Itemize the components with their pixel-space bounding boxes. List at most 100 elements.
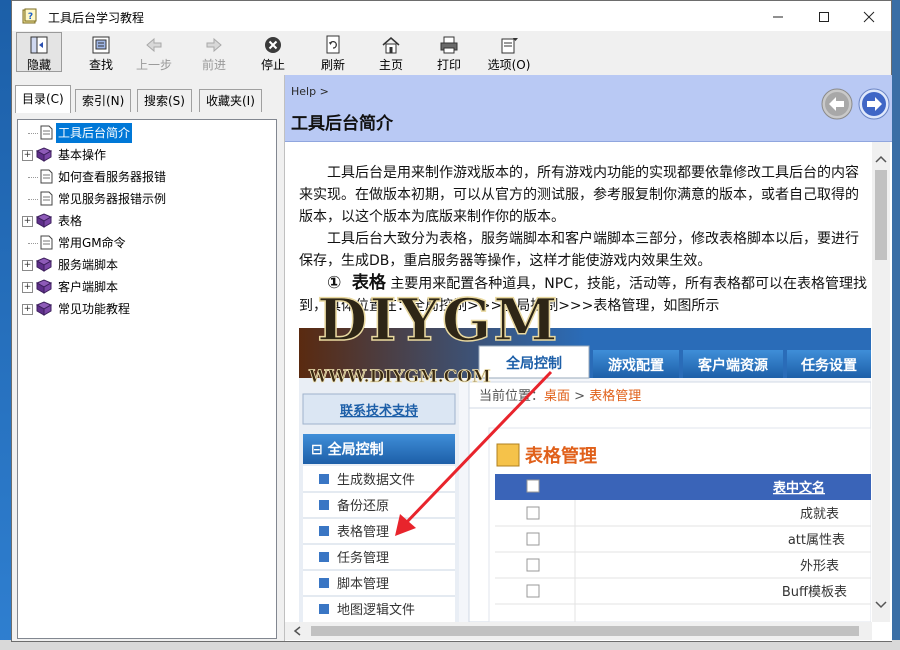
diygm-watermark: DIYGM WWW.DIYGM.COM	[308, 285, 559, 387]
page-icon	[40, 235, 53, 250]
shot-menu-item: 生成数据文件	[337, 473, 415, 488]
topic-header: Help > 工具后台简介	[285, 75, 892, 142]
shot-menu-item: 脚本管理	[337, 576, 389, 592]
expand-icon[interactable]: +	[22, 282, 33, 293]
home-icon	[382, 37, 400, 54]
forward-arrow-icon	[206, 37, 222, 53]
book-icon	[36, 301, 52, 316]
tree-item-label: 常用GM命令	[58, 236, 126, 250]
shot-tab-game: 游戏配置	[608, 357, 664, 374]
expand-icon[interactable]: +	[22, 216, 33, 227]
topic-content: 工具后台是用来制作游戏版本的，所有游戏内功能的实现都要依靠修改工具后台的内容来实…	[285, 142, 872, 622]
maximize-icon	[819, 11, 829, 22]
shot-menu-header: ⊟ 全局控制	[311, 441, 384, 458]
previous-topic-button[interactable]	[821, 88, 853, 120]
tab-contents[interactable]: 目录(C)	[15, 85, 71, 113]
shot-support-link: 联系技术支持	[340, 403, 418, 419]
hide-pane-icon	[30, 36, 48, 54]
tree-item-common-tutorials[interactable]: + 常见功能教程	[18, 299, 274, 319]
shot-table-cell: Buff模板表	[782, 585, 847, 600]
help-window: ? 工具后台学习教程 隐藏 查找 上一步 前进 停止 刷新 主页 打印 选项(O…	[11, 0, 892, 642]
scroll-up-icon[interactable]	[875, 154, 887, 164]
shot-table-cell: 外形表	[800, 559, 839, 574]
book-icon	[36, 279, 52, 294]
close-icon	[863, 11, 875, 22]
topic-pane: Help > 工具后台简介 工具后台是用来制作游戏版本的，所有游戏内功能的实现都…	[284, 75, 892, 641]
paragraph-text: 工具后台大致分为表格，服务端脚本和客户端脚本三部分，修改表格脚本以后，要进行保存…	[299, 231, 859, 269]
tree-item-gm-commands[interactable]: 常用GM命令	[18, 233, 274, 253]
breadcrumb[interactable]: Help >	[291, 85, 329, 98]
hide-button[interactable]: 隐藏	[16, 32, 62, 72]
home-button[interactable]: 主页	[370, 33, 412, 73]
tree-item-client-scripts[interactable]: + 客户端脚本	[18, 277, 274, 297]
hide-label: 隐藏	[26, 58, 51, 72]
shot-panel-title: 表格管理	[525, 445, 597, 467]
shot-menu-list: 生成数据文件 备份还原 表格管理 任务管理 脚本管理 地图逻辑文件	[303, 466, 455, 622]
tree-item-tables[interactable]: + 表格	[18, 211, 274, 231]
tree-item-server-scripts[interactable]: + 服务端脚本	[18, 255, 274, 275]
shot-menu-item: 地图逻辑文件	[337, 603, 415, 618]
shot-table-cell: att属性表	[788, 533, 845, 548]
scroll-left-icon[interactable]	[293, 626, 303, 636]
expand-icon[interactable]: +	[22, 260, 33, 271]
tree-item-view-errors[interactable]: 如何查看服务器报错	[18, 167, 274, 187]
help-book-icon: ?	[22, 8, 37, 24]
options-label: 选项(O)	[487, 58, 531, 72]
shot-tab-quest: 任务设置	[800, 357, 857, 374]
tree-item-label: 客户端脚本	[58, 280, 119, 294]
intro-paragraph: 工具后台是用来制作游戏版本的，所有游戏内功能的实现都要依靠修改工具后台的内容来实…	[299, 162, 871, 228]
find-icon	[92, 36, 110, 54]
close-button[interactable]	[846, 1, 892, 31]
book-icon	[36, 213, 52, 228]
tree-item-label: 如何查看服务器报错	[58, 170, 167, 184]
stop-button[interactable]: 停止	[252, 33, 294, 73]
paragraph-text: 工具后台是用来制作游戏版本的，所有游戏内功能的实现都要依靠修改工具后台的内容来实…	[299, 165, 859, 225]
svg-text:?: ?	[28, 12, 33, 22]
tree-item-label: 常见服务器报错示例	[58, 192, 167, 206]
window-title: 工具后台学习教程	[48, 11, 145, 25]
book-icon	[36, 147, 52, 162]
tab-search[interactable]: 搜索(S)	[137, 89, 192, 112]
structure-paragraph: 工具后台大致分为表格，服务端脚本和客户端脚本三部分，修改表格脚本以后，要进行保存…	[299, 228, 871, 272]
tree-item-label: 表格	[58, 214, 83, 228]
print-label: 打印	[436, 58, 461, 72]
tab-index[interactable]: 索引(N)	[75, 89, 132, 112]
scroll-down-icon[interactable]	[875, 600, 887, 610]
title-bar: ? 工具后台学习教程	[12, 1, 891, 31]
page-icon	[40, 169, 53, 184]
tree-item-label: 工具后台简介	[56, 123, 133, 143]
vertical-scroll-thumb[interactable]	[875, 170, 887, 260]
find-button[interactable]: 查找	[80, 33, 122, 73]
toolbar: 隐藏 查找 上一步 前进 停止 刷新 主页 打印 选项(O)	[12, 31, 891, 76]
maximize-button[interactable]	[801, 1, 847, 31]
tab-favorites[interactable]: 收藏夹(I)	[199, 89, 262, 112]
tree-item-error-examples[interactable]: 常见服务器报错示例	[18, 189, 274, 209]
tree-item-basic-ops[interactable]: + 基本操作	[18, 145, 274, 165]
forward-button[interactable]: 前进	[192, 33, 236, 73]
minimize-icon	[773, 16, 783, 17]
home-label: 主页	[378, 58, 403, 72]
horizontal-scrollbar[interactable]	[285, 622, 872, 640]
back-arrow-icon	[146, 37, 162, 53]
next-topic-button[interactable]	[858, 88, 890, 120]
expand-icon[interactable]: +	[22, 304, 33, 315]
refresh-icon	[326, 35, 340, 54]
shot-menu-item: 任务管理	[337, 550, 389, 566]
stop-label: 停止	[260, 58, 285, 72]
tree-item-label: 常见功能教程	[58, 302, 131, 316]
back-label: 上一步	[135, 58, 172, 72]
refresh-button[interactable]: 刷新	[312, 33, 354, 73]
shot-table-header: 表中文名	[772, 480, 825, 496]
navigation-pane: 目录(C) 索引(N) 搜索(S) 收藏夹(I) 工具后台简介 + 基本操作 如…	[12, 75, 284, 641]
page-icon	[40, 125, 53, 140]
tree-item-intro[interactable]: 工具后台简介	[18, 123, 274, 143]
horizontal-scroll-thumb[interactable]	[311, 626, 859, 636]
minimize-button[interactable]	[755, 1, 801, 31]
options-button[interactable]: 选项(O)	[484, 33, 534, 73]
vertical-scrollbar[interactable]	[872, 142, 890, 622]
print-icon	[440, 36, 458, 54]
back-button[interactable]: 上一步	[132, 33, 176, 73]
expand-icon[interactable]: +	[22, 150, 33, 161]
options-icon	[501, 38, 518, 54]
print-button[interactable]: 打印	[428, 33, 470, 73]
